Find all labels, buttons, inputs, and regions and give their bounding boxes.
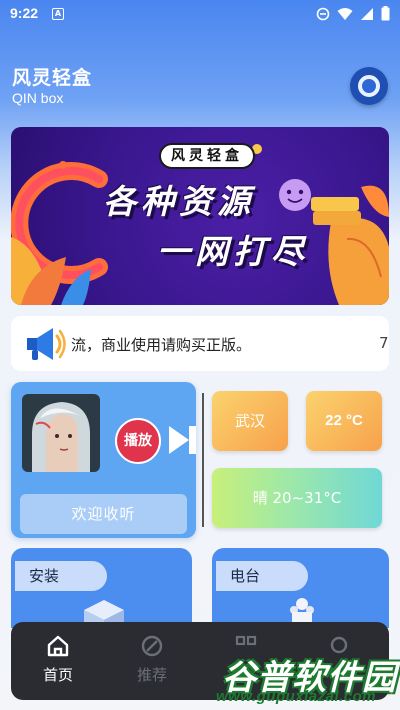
app-title: 风灵轻盒 <box>12 67 93 89</box>
album-cover[interactable] <box>22 394 100 472</box>
nav-recommend-label: 推荐 <box>136 666 167 684</box>
radio-card[interactable]: 电台 <box>212 548 389 628</box>
megaphone-icon <box>27 328 66 360</box>
watermark-url: www.gupuxlazal.com <box>216 688 377 705</box>
vertical-divider <box>202 393 204 527</box>
banner-headline-2: 一网打尽 <box>157 232 309 271</box>
install-card-label: 安装 <box>15 561 107 591</box>
install-card[interactable]: 安装 <box>11 548 192 628</box>
banner-tag: 风灵轻盒 <box>159 143 255 169</box>
play-button[interactable]: 播放 <box>115 418 161 464</box>
music-card[interactable]: 播放 欢迎收听 <box>11 382 196 538</box>
promo-banner[interactable]: 风灵轻盒 各种资源 一网打尽 <box>11 127 389 305</box>
play-arrow-tail-icon <box>189 426 196 454</box>
status-icons <box>316 6 390 21</box>
play-arrow-icon <box>169 426 189 454</box>
weather-temperature[interactable]: 22 °C <box>306 391 382 451</box>
notice-text: 流，商业使用请购买正版。 <box>71 336 252 354</box>
nav-recommend[interactable]: 推荐 <box>105 622 199 700</box>
album-cover-art <box>22 394 100 472</box>
nav-home[interactable]: 首页 <box>11 622 105 700</box>
weather-city[interactable]: 武汉 <box>212 391 288 451</box>
welcome-button[interactable]: 欢迎收听 <box>20 494 187 534</box>
app-subtitle: QIN box <box>12 90 64 106</box>
status-time: 9:22 <box>10 5 39 21</box>
notice-bar[interactable]: 流，商业使用请购买正版。 7 <box>11 316 389 371</box>
nav-home-label: 首页 <box>42 666 73 684</box>
notification-icon: A <box>52 8 64 20</box>
do-not-disturb-icon <box>316 7 330 20</box>
home-icon <box>47 635 69 657</box>
profile-ring-icon[interactable] <box>350 67 388 105</box>
wifi-icon <box>337 7 353 20</box>
status-bar: 9:22 A <box>0 0 400 28</box>
notice-overflow: 7 <box>379 334 389 352</box>
compass-icon <box>141 635 163 657</box>
banner-headline-1: 各种资源 <box>103 182 255 221</box>
signal-icon <box>361 7 373 20</box>
radio-card-label: 电台 <box>216 561 308 591</box>
battery-icon <box>381 6 390 21</box>
weather-range[interactable]: 晴 20~31°C <box>212 468 382 528</box>
